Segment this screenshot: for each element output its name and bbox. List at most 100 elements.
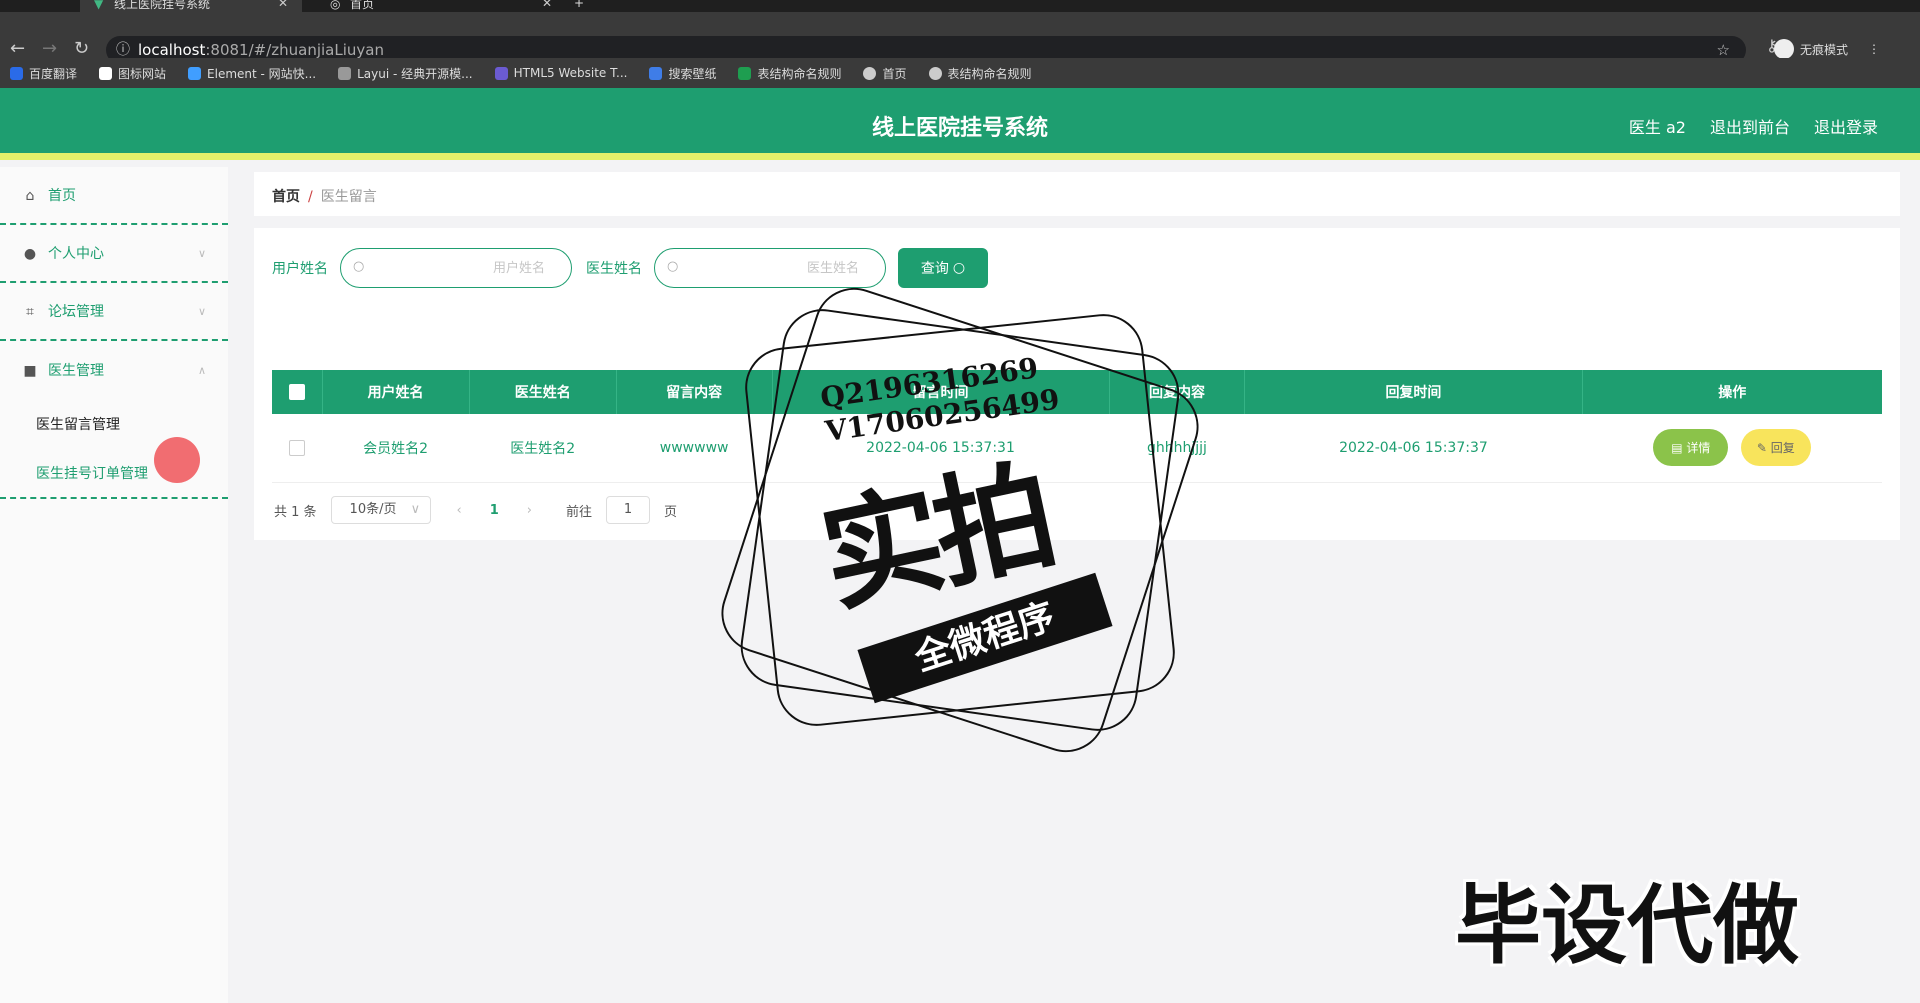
close-icon[interactable]: ✕ xyxy=(278,0,288,10)
sidebar-subitem-messages[interactable]: 医生留言管理 xyxy=(0,399,228,449)
detail-label: 详情 xyxy=(1686,441,1711,456)
user-name-input-wrapper: ○ xyxy=(340,248,572,288)
cell-reply-time: 2022-04-06 15:37:37 xyxy=(1244,414,1582,483)
bookmark-item[interactable]: Layui - 经典开源模... xyxy=(338,65,473,82)
incognito-icon xyxy=(1773,39,1794,59)
detail-icon: ▤ xyxy=(1671,441,1687,456)
sidebar-item-home[interactable]: ⌂ 首页 xyxy=(0,167,228,225)
col-header[interactable]: 用户姓名 xyxy=(322,370,470,414)
back-to-front-link[interactable]: 退出到前台 xyxy=(1710,114,1790,138)
row-checkbox[interactable] xyxy=(289,439,305,456)
tab-label: 线上医院挂号系统 xyxy=(114,0,211,11)
bookmark-icon xyxy=(928,66,942,80)
forward-icon[interactable]: → xyxy=(42,38,57,59)
sidebar-item-forum[interactable]: ⌗ 论坛管理 ∨ xyxy=(0,283,228,341)
doctor-name-input-wrapper: ○ xyxy=(654,248,886,288)
bookmark-label: 表结构命名规则 xyxy=(757,66,842,81)
browser-tab[interactable]: ◎ 首页 ✕ xyxy=(330,0,552,12)
select-all-checkbox[interactable] xyxy=(288,384,305,400)
sidebar-label: 个人中心 xyxy=(48,246,104,262)
bookmark-label: 图标网站 xyxy=(118,66,167,81)
close-icon[interactable]: ✕ xyxy=(542,0,552,10)
breadcrumb-current: 医生留言 xyxy=(320,189,377,205)
page-unit-label: 页 xyxy=(664,504,678,520)
col-header[interactable]: 回复时间 xyxy=(1244,370,1583,414)
col-header: 操作 xyxy=(1718,385,1747,401)
bookmark-label: 搜索壁纸 xyxy=(668,66,717,81)
corner-watermark: 毕设代做 xyxy=(1455,876,1799,976)
incognito-label: 无痕模式 xyxy=(1799,42,1848,57)
bookmark-label: 表结构命名规则 xyxy=(947,66,1032,81)
chevron-down-icon: ∨ xyxy=(197,304,206,318)
vue-icon: ▼ xyxy=(94,0,104,11)
breadcrumb: 首页 / 医生留言 xyxy=(254,172,1900,216)
goto-input[interactable]: 1 xyxy=(606,496,651,524)
cell-doctor: 医生姓名2 xyxy=(469,414,617,483)
search-form: 用户姓名 ○ 医生姓名 ○ 查询 ○ xyxy=(272,248,988,288)
bookmark-item[interactable]: HTML5 Website T... xyxy=(494,66,628,80)
sidebar-item-doctor[interactable]: ■ 医生管理 ∧ xyxy=(0,341,228,399)
doctor-name-input[interactable] xyxy=(679,249,859,287)
search-icon: ○ xyxy=(667,259,679,274)
sidebar-label: 首页 xyxy=(48,188,76,204)
reply-button[interactable]: ✎ 回复 xyxy=(1740,429,1811,467)
watermark-stamp: Q2196316269 V17060256499 实拍 全微程序 xyxy=(711,277,1209,770)
bookmark-item[interactable]: 表结构命名规则 xyxy=(928,65,1032,82)
bookmark-icon xyxy=(494,66,508,80)
bookmark-icon xyxy=(863,66,877,80)
globe-icon: ◎ xyxy=(330,0,341,11)
goto-label: 前往 xyxy=(566,504,593,520)
row-select-cell xyxy=(272,414,322,483)
bookmark-item[interactable]: 搜索壁纸 xyxy=(649,65,716,82)
back-icon[interactable]: ← xyxy=(10,38,25,59)
prev-page-icon[interactable]: ‹ xyxy=(457,503,462,518)
bookmark-icon xyxy=(738,66,752,80)
bookmark-item[interactable]: 百度翻译 xyxy=(10,65,77,82)
bookmark-icon xyxy=(99,66,113,80)
url-host: localhost xyxy=(138,41,206,59)
breadcrumb-separator: / xyxy=(308,189,313,205)
query-label: 查询 xyxy=(920,261,949,277)
menu-dots-icon[interactable]: ⋮ xyxy=(1868,42,1880,56)
pagination: 共 1 条 10条/页 ∨ ‹ 1 › 前往 1 页 xyxy=(274,496,677,524)
page-size-select[interactable]: 10条/页 ∨ xyxy=(330,496,431,524)
sidebar-item-personal[interactable]: ● 个人中心 ∨ xyxy=(0,225,228,283)
bookmark-label: 百度翻译 xyxy=(29,66,78,81)
page-size-value: 10条/页 xyxy=(349,502,397,517)
browser-tab-active[interactable]: ▼ 线上医院挂号系统 ✕ xyxy=(80,0,303,12)
user-name-input[interactable] xyxy=(365,249,545,287)
logout-link[interactable]: 退出登录 xyxy=(1814,114,1878,138)
sidebar-label: 论坛管理 xyxy=(48,304,104,320)
url-path: :8081/#/zhuanjiaLiuyan xyxy=(205,41,384,59)
next-page-icon[interactable]: › xyxy=(527,503,532,518)
bookmark-label: 首页 xyxy=(882,66,907,81)
browser-tabbar: ▼ 线上医院挂号系统 ✕ ◎ 首页 ✕ + xyxy=(0,0,1920,12)
col-header[interactable]: 医生姓名 xyxy=(469,370,617,414)
total-count: 共 1 条 xyxy=(274,504,317,520)
chevron-down-icon: ∨ xyxy=(410,502,421,517)
sidebar-label: 医生管理 xyxy=(48,363,104,379)
query-button[interactable]: 查询 ○ xyxy=(898,248,988,288)
user-icon: ● xyxy=(23,246,37,262)
user-name-label: 用户姓名 xyxy=(272,261,328,277)
select-all-cell xyxy=(272,370,323,414)
bookmarks-bar: 百度翻译 图标网站 Element - 网站快... Layui - 经典开源模… xyxy=(0,58,1920,88)
detail-button[interactable]: ▤ 详情 xyxy=(1653,429,1729,467)
crop-icon: ⌗ xyxy=(26,304,34,320)
bookmark-item[interactable]: 表结构命名规则 xyxy=(738,65,841,82)
bookmark-item[interactable]: Element - 网站快... xyxy=(188,65,316,82)
bookmark-item[interactable]: 首页 xyxy=(863,65,907,82)
page-number[interactable]: 1 xyxy=(490,503,499,518)
doctor-name-label: 医生姓名 xyxy=(586,261,642,277)
home-icon: ⌂ xyxy=(25,188,35,204)
chevron-down-icon: ∨ xyxy=(197,246,206,260)
tab-label: 首页 xyxy=(350,0,375,11)
video-icon: ■ xyxy=(23,363,37,379)
breadcrumb-home[interactable]: 首页 xyxy=(272,189,300,205)
new-tab-button[interactable]: + xyxy=(574,0,584,12)
search-icon: ○ xyxy=(353,259,365,274)
bookmark-item[interactable]: 图标网站 xyxy=(99,65,166,82)
incognito-badge[interactable]: 无痕模式 ⋮ xyxy=(1773,39,1880,59)
bookmark-label: HTML5 Website T... xyxy=(513,66,628,80)
reload-icon[interactable]: ↻ xyxy=(74,38,89,59)
